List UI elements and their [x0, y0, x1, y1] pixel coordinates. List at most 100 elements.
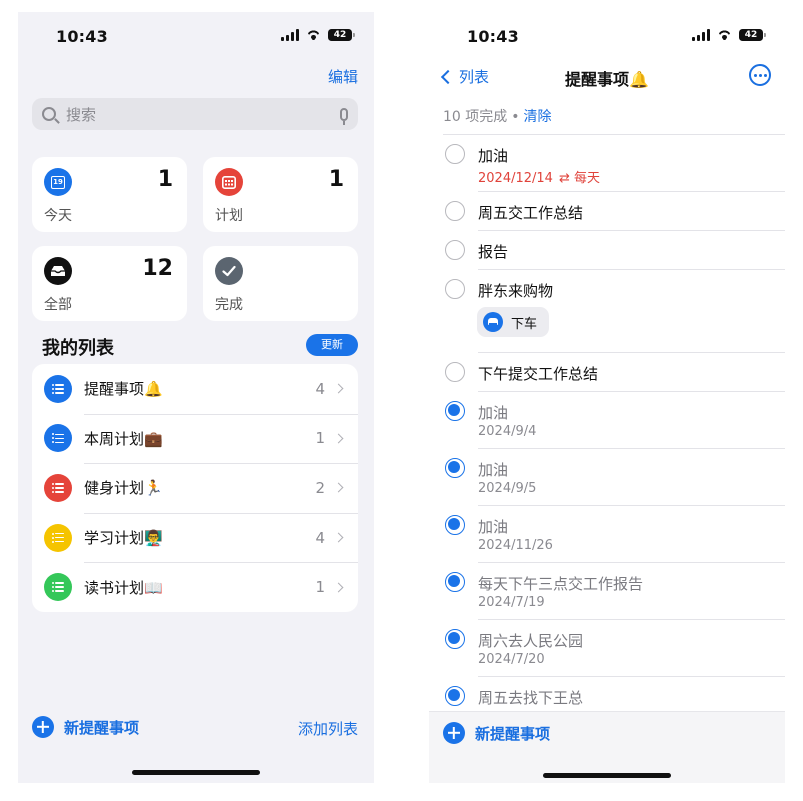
- clear-completed-button[interactable]: 清除: [524, 109, 552, 125]
- smart-list-all[interactable]: 12 全部: [32, 246, 187, 321]
- checkbox-checked[interactable]: [445, 401, 465, 421]
- home-indicator[interactable]: [132, 770, 260, 775]
- reminder-date: 2024/7/20: [478, 652, 545, 667]
- list-item[interactable]: 读书计划📖 1: [32, 562, 358, 612]
- checkbox[interactable]: [445, 144, 465, 164]
- wifi-icon: [716, 29, 733, 41]
- bottom-toolbar: 新提醒事项: [429, 711, 785, 783]
- wifi-icon: [305, 29, 322, 41]
- reminder-date: 2024/7/19: [478, 595, 545, 610]
- chevron-right-icon: [333, 433, 344, 444]
- search-icon: [42, 107, 56, 121]
- more-options-icon[interactable]: [749, 64, 771, 86]
- list-name: 读书计划📖: [84, 578, 163, 597]
- list-item[interactable]: 本周计划💼 1: [32, 413, 358, 464]
- list-name: 学习计划👨‍🏫: [84, 529, 163, 548]
- cellular-signal-icon: [692, 29, 710, 41]
- home-indicator[interactable]: [543, 773, 671, 778]
- smart-list-completed[interactable]: 完成: [203, 246, 358, 321]
- checkbox[interactable]: [445, 279, 465, 299]
- label: 计划: [215, 208, 243, 224]
- reminder-title: 周五交工作总结: [478, 204, 584, 222]
- plus-circle-icon: [32, 716, 54, 738]
- list-count: 4: [315, 379, 325, 398]
- reminder-title: 加油: [478, 461, 509, 479]
- car-icon: [483, 312, 503, 332]
- microphone-icon[interactable]: [340, 107, 348, 125]
- checkbox[interactable]: [445, 201, 465, 221]
- checkbox-checked[interactable]: [445, 572, 465, 592]
- chevron-right-icon: [333, 383, 344, 394]
- bottom-toolbar: 新提醒事项 添加列表: [18, 708, 374, 783]
- update-button[interactable]: 更新: [306, 334, 358, 356]
- list-count: 1: [315, 578, 325, 597]
- reminder-title: 报告: [478, 243, 509, 261]
- reminder-title: 加油: [478, 518, 509, 536]
- list-item[interactable]: 学习计划👨‍🏫 4: [32, 512, 358, 563]
- new-reminder-button[interactable]: 新提醒事项: [32, 716, 139, 738]
- count: 12: [142, 256, 173, 281]
- checkmark-icon: [215, 257, 243, 285]
- list-count: 2: [315, 478, 325, 497]
- chevron-right-icon: [333, 582, 344, 593]
- reminder-date: 2024/9/4: [478, 424, 537, 439]
- reminder-title: 加油: [478, 404, 509, 422]
- checkbox-checked[interactable]: [445, 458, 465, 478]
- checkbox[interactable]: [445, 240, 465, 260]
- my-lists-heading: 我的列表: [42, 338, 114, 359]
- reminder-date: 2024/9/5: [478, 481, 537, 496]
- reminder-title: 加油: [478, 147, 509, 165]
- list-icon: [44, 523, 72, 552]
- reminders-list-screen: 10:43 42 列表 提醒事项🔔 10 项完成 • 清除 加油 2024/12/1…: [429, 12, 785, 783]
- my-lists: 提醒事项🔔 4 本周计划💼 1 健身计划🏃 2 学习计划👨‍🏫 4 读书计划📖 …: [32, 364, 358, 612]
- list-icon: [44, 473, 72, 502]
- list-icon: [44, 424, 72, 453]
- search-bar[interactable]: 搜索: [32, 98, 358, 130]
- search-input[interactable]: 搜索: [66, 104, 340, 125]
- navigation-bar: 列表 提醒事项🔔: [429, 62, 785, 92]
- checkbox-checked[interactable]: [445, 629, 465, 649]
- label: 今天: [44, 208, 72, 224]
- page-title: 提醒事项🔔: [565, 70, 649, 89]
- count: 1: [328, 167, 344, 192]
- completed-summary: 10 项完成 • 清除: [443, 109, 552, 125]
- status-time: 10:43: [467, 27, 519, 46]
- reminder-title: 周五去找下王总: [478, 689, 584, 707]
- list-count: 4: [315, 528, 325, 547]
- checkbox-checked[interactable]: [445, 515, 465, 535]
- chevron-right-icon: [333, 532, 344, 543]
- list-name: 本周计划💼: [84, 429, 163, 448]
- reminder-date: 2024/12/14 ⇄ 每天: [478, 171, 600, 186]
- smart-list-scheduled[interactable]: 1 计划: [203, 157, 358, 232]
- count: 1: [157, 167, 173, 192]
- repeat-icon: ⇄: [558, 171, 570, 186]
- edit-button[interactable]: 编辑: [328, 66, 358, 87]
- smart-list-today[interactable]: 19 1 今天: [32, 157, 187, 232]
- reminder-title: 胖东来购物: [478, 282, 554, 300]
- list-item[interactable]: 提醒事项🔔 4: [32, 364, 358, 414]
- location-chip[interactable]: 下车: [477, 307, 550, 337]
- new-reminder-button[interactable]: 新提醒事项: [443, 722, 550, 744]
- list-icon: [44, 573, 72, 602]
- reminder-date: 2024/11/26: [478, 538, 553, 553]
- plus-circle-icon: [443, 722, 465, 744]
- add-list-button[interactable]: 添加列表: [298, 718, 358, 739]
- list-icon: [44, 374, 72, 403]
- list-name: 健身计划🏃: [84, 479, 163, 498]
- checkbox-checked[interactable]: [445, 686, 465, 706]
- reminder-title: 下午提交工作总结: [478, 365, 599, 383]
- label: 完成: [215, 297, 243, 313]
- cellular-signal-icon: [281, 29, 299, 41]
- label: 全部: [44, 297, 72, 313]
- reminder-title: 每天下午三点交工作报告: [478, 575, 644, 593]
- calendar-today-icon: 19: [44, 168, 72, 196]
- list-item[interactable]: 健身计划🏃 2: [32, 463, 358, 513]
- battery-icon: 42: [739, 29, 766, 41]
- battery-icon: 42: [328, 29, 355, 41]
- status-bar: 10:43 42: [429, 12, 785, 60]
- list-count: 1: [315, 429, 325, 448]
- chevron-right-icon: [333, 483, 344, 493]
- checkbox[interactable]: [445, 362, 465, 382]
- list-name: 提醒事项🔔: [84, 380, 163, 399]
- status-time: 10:43: [56, 27, 108, 46]
